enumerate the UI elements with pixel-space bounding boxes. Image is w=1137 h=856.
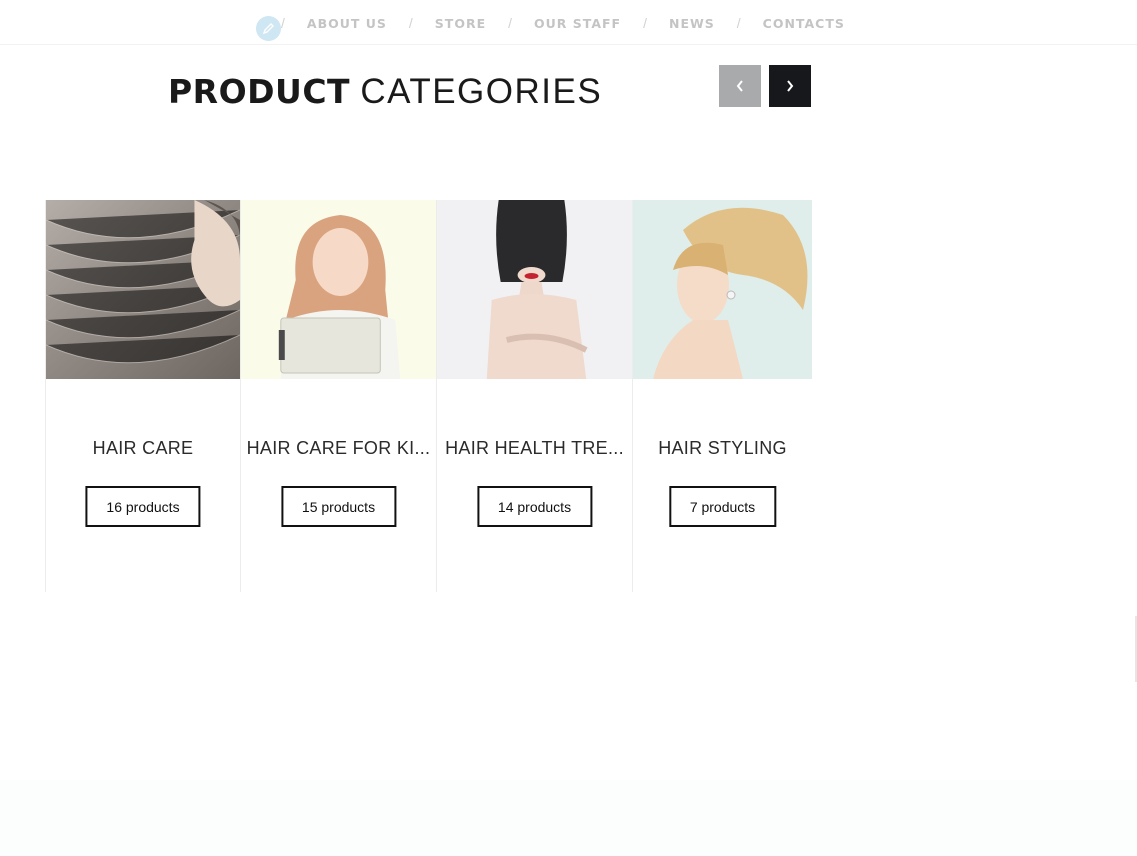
product-count-button[interactable]: 15 products xyxy=(280,486,397,527)
category-card[interactable]: HAIR CARE FOR KI... 15 products xyxy=(241,200,437,592)
chevron-right-icon xyxy=(787,80,794,92)
product-count-button[interactable]: 14 products xyxy=(476,486,593,527)
nav-item-about-us[interactable]: ABOUT US xyxy=(307,16,387,31)
product-count-button[interactable]: 7 products xyxy=(668,486,777,527)
top-navigation: / ABOUT US / STORE / OUR STAFF / NEWS / … xyxy=(0,0,1137,45)
section-title-light: CATEGORIES xyxy=(360,72,603,111)
category-card[interactable]: HAIR CARE 16 products xyxy=(45,200,241,592)
nav-separator: / xyxy=(736,15,741,31)
category-image[interactable] xyxy=(633,200,812,379)
nav-separator: / xyxy=(408,15,413,31)
category-image[interactable] xyxy=(241,200,436,379)
nav-separator: / xyxy=(281,15,285,31)
carousel-next-button[interactable] xyxy=(769,65,811,107)
category-carousel: HAIR CARE 16 products HAIR CARE FOR KI..… xyxy=(45,200,812,592)
section-title-bold: PRODUCT xyxy=(168,72,351,111)
nav-separator: / xyxy=(508,15,513,31)
product-count-button[interactable]: 16 products xyxy=(85,486,201,527)
category-card[interactable]: HAIR STYLING 7 products xyxy=(633,200,812,592)
category-title[interactable]: HAIR CARE FOR KI... xyxy=(241,438,436,459)
chevron-left-icon xyxy=(736,80,743,92)
category-image[interactable] xyxy=(437,200,632,379)
nav-item-our-staff[interactable]: OUR STAFF xyxy=(534,16,621,31)
pencil-icon[interactable] xyxy=(256,16,281,41)
category-image[interactable] xyxy=(46,200,240,379)
carousel-prev-button[interactable] xyxy=(719,65,761,107)
nav-separator: / xyxy=(643,15,647,31)
nav-item-news[interactable]: NEWS xyxy=(669,16,715,31)
category-title[interactable]: HAIR CARE xyxy=(46,438,240,459)
category-card[interactable]: HAIR HEALTH TRE... 14 products xyxy=(437,200,633,592)
nav-links: / ABOUT US / STORE / OUR STAFF / NEWS / … xyxy=(281,15,845,31)
section-title: PRODUCT CATEGORIES xyxy=(168,72,602,112)
category-title[interactable]: HAIR HEALTH TRE... xyxy=(437,438,632,459)
nav-item-contacts[interactable]: CONTACTS xyxy=(763,16,845,31)
category-title[interactable]: HAIR STYLING xyxy=(633,438,812,459)
footer-strip xyxy=(0,780,1137,856)
nav-item-store[interactable]: STORE xyxy=(435,16,486,31)
